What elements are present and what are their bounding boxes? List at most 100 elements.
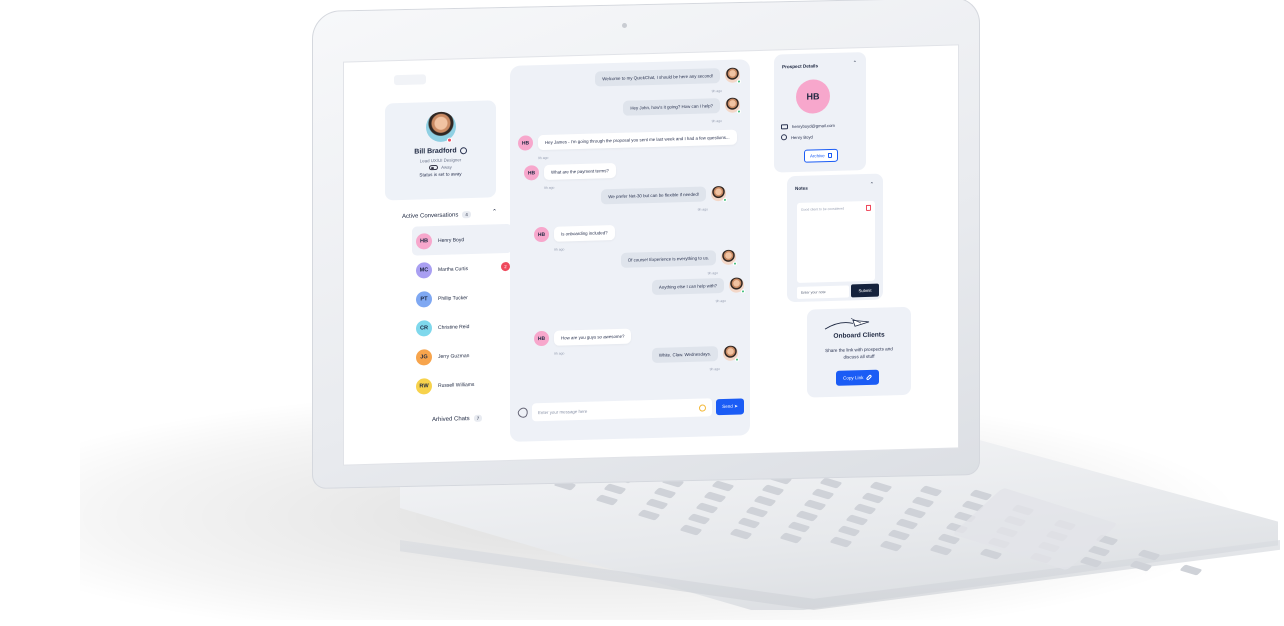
paperclip-icon[interactable] (516, 405, 530, 420)
chat-message: Anything else I can help with? (651, 277, 745, 295)
notes-card: Notes ⌃ Good client to be considered Ent… (787, 173, 883, 303)
keyboard-key (803, 499, 827, 511)
conversation-item[interactable]: CR Christine Reid (412, 311, 512, 343)
message-composer: Enter your message here Send ➤ (516, 394, 744, 424)
profile-name: Bill Bradford (414, 147, 457, 156)
keyboard-key (779, 532, 803, 544)
message-time: 9h ago (538, 155, 549, 161)
send-button[interactable]: Send ➤ (716, 398, 744, 416)
trash-icon (827, 152, 832, 159)
conversation-name: Henry Boyd (438, 236, 465, 244)
conversation-item[interactable]: HB Henry Boyd (412, 223, 512, 256)
chat-message: Welcome to my QuickChat, I should be her… (595, 67, 741, 87)
agent-avatar (723, 345, 739, 362)
agent-avatar (729, 277, 745, 294)
globe-icon (781, 134, 787, 141)
archive-label: Archive (810, 153, 825, 159)
keyboard-key (861, 492, 885, 504)
message-bubble: What are the payment terms? (544, 162, 616, 180)
chevron-up-icon[interactable]: ⌃ (492, 208, 497, 215)
contact-avatar: HB (534, 330, 549, 347)
avatar: JG (416, 348, 432, 366)
copy-link-button[interactable]: Copy Link (836, 369, 880, 386)
emoji-icon[interactable] (699, 403, 707, 412)
onboard-clients-card: Onboard Clients Share the link with pros… (807, 306, 911, 398)
message-bubble: Anything else I can help with? (651, 277, 724, 295)
chat-message: White. Claw. Wednesdays. (651, 345, 739, 363)
prospect-name-row: Henry Boyd (781, 133, 813, 141)
submit-note-button[interactable]: Submit (851, 283, 879, 298)
message-time: 9h ago (544, 185, 555, 190)
message-bubble: We prefer Net-30 but can be flexible if … (601, 186, 706, 205)
chat-panel: Welcome to my QuickChat, I should be her… (510, 59, 750, 442)
keyboard-key (645, 498, 669, 510)
keyboard-key (787, 521, 811, 533)
agent-avatar (725, 97, 741, 114)
webcam (622, 23, 627, 28)
message-bubble: Is onboarding included? (554, 225, 615, 242)
profile-card: Bill Bradford Lead UX/UI Designer Away S… (385, 100, 496, 201)
chat-message: We prefer Net-30 but can be flexible if … (601, 185, 727, 205)
keyboard-key (761, 484, 785, 496)
message-input[interactable]: Enter your message here (532, 398, 713, 422)
logo-placeholder (394, 74, 426, 86)
keyboard-key (795, 510, 819, 522)
active-conversations-header[interactable]: Active Conversations 4 (402, 211, 471, 220)
keyboard-key (911, 496, 935, 508)
keyboard-key (811, 488, 835, 500)
status-label: Away (441, 164, 452, 170)
status-toggle-icon[interactable] (429, 164, 439, 171)
link-icon (866, 374, 873, 381)
keyboard-key (737, 517, 761, 529)
message-bubble: Hey James - I'm going through the propos… (538, 129, 737, 151)
keyboard-key (729, 528, 753, 540)
chat-message: Of course! Experience is everything to u… (620, 249, 737, 268)
keyboard-key (979, 548, 1003, 560)
message-time: 9h ago (697, 207, 708, 212)
keyboard-key (829, 536, 853, 548)
agent-avatar (725, 67, 741, 84)
chat-message: Hey John, how's it going? How can I help… (623, 97, 741, 116)
avatar: CR (416, 319, 432, 337)
message-input-placeholder: Enter your message here (538, 408, 588, 415)
keyboard-key (753, 495, 777, 507)
prospect-details-card: Prospect Details ⌃ HB henryboyd@gmail.co… (774, 51, 866, 173)
contact-avatar: HB (534, 226, 549, 243)
keyboard-key (837, 525, 861, 537)
keyboard-key (879, 540, 903, 552)
delete-note-icon[interactable] (866, 204, 871, 211)
conversation-name: Russell Williams (438, 381, 475, 389)
keyboard-key (687, 513, 711, 525)
conversation-item[interactable]: MC Martha Curtis 2 (412, 253, 512, 285)
keyboard-key (895, 518, 919, 530)
keyboard-key (1079, 556, 1103, 568)
archive-button[interactable]: Archive (804, 148, 838, 163)
message-time: 9h ago (715, 298, 726, 304)
chevron-up-icon[interactable]: ⌃ (853, 60, 857, 66)
status-note: Status is set to away (419, 171, 462, 178)
conversation-item[interactable]: RW Russell Williams (412, 369, 512, 401)
keyboard-key (703, 491, 727, 503)
keyboard-key (695, 502, 719, 514)
avatar: HB (416, 232, 432, 250)
conversation-item[interactable]: JG Jerry Guzman (412, 340, 512, 372)
keyboard-key (653, 487, 677, 499)
chevron-up-icon[interactable]: ⌃ (870, 182, 874, 188)
message-time: 9h ago (554, 351, 565, 356)
conversation-name: Martha Curtis (438, 265, 469, 273)
conversation-list: HB Henry Boyd MC Martha Curtis 2 PT Phil… (412, 223, 512, 401)
prospect-email[interactable]: henryboyd@gmail.com (792, 123, 835, 129)
avatar: PT (416, 290, 432, 308)
keyboard-key (869, 481, 893, 493)
message-bubble: Welcome to my QuickChat, I should be her… (595, 68, 720, 87)
note-input[interactable]: Enter your note (797, 285, 849, 299)
profile-avatar[interactable] (425, 111, 456, 143)
gear-icon[interactable] (459, 147, 467, 155)
chat-message: HB Is onboarding included? (534, 225, 615, 243)
keyboard-key (1129, 560, 1153, 572)
conversation-item[interactable]: PT Phillip Tucker (412, 282, 512, 314)
onboard-title: Onboard Clients (833, 331, 885, 340)
prospect-email-row: henryboyd@gmail.com (781, 123, 835, 130)
archived-chats-header[interactable]: Arhived Chats 7 (432, 414, 483, 423)
prospect-name: Henry Boyd (791, 133, 813, 140)
